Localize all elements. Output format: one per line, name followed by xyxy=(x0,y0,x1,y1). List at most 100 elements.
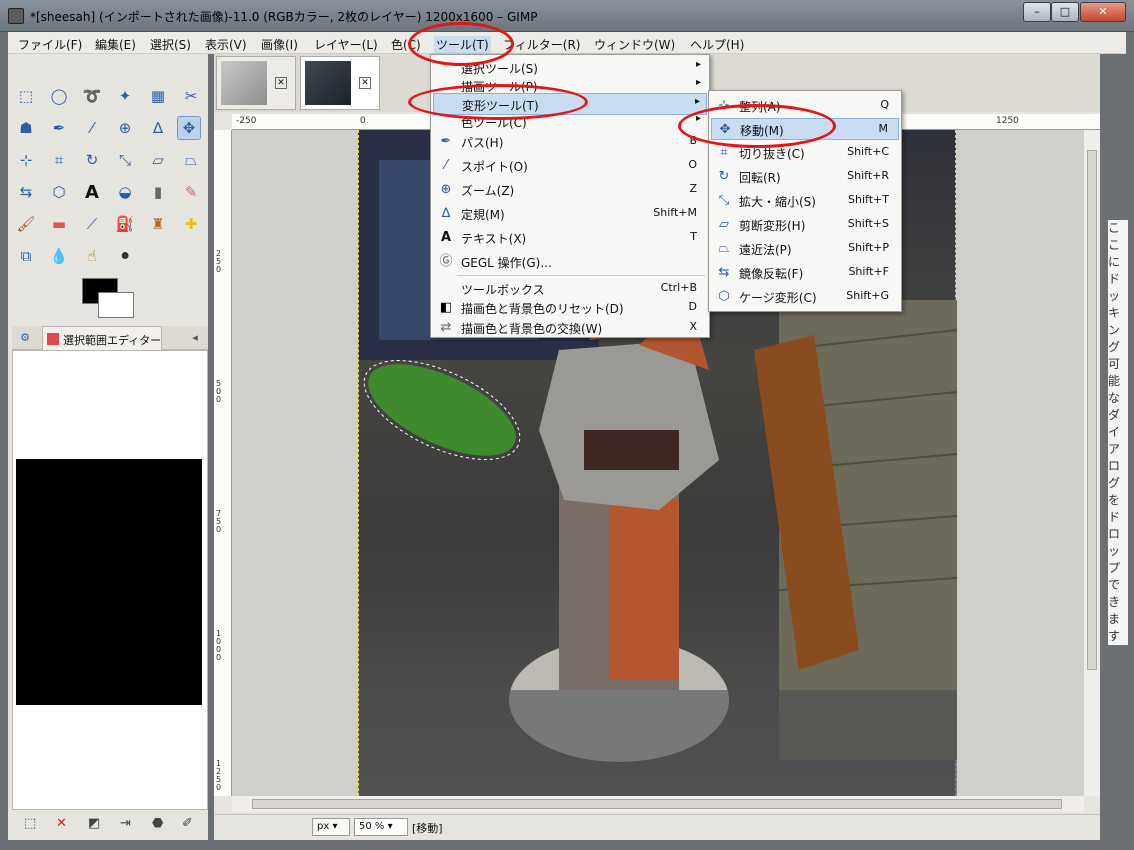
tab-selection-editor[interactable]: 選択範囲エディター xyxy=(42,326,162,350)
menu-windows[interactable]: ウィンドウ(W) xyxy=(594,36,675,53)
measure-icon: ∆ xyxy=(441,206,451,221)
lasso-icon[interactable]: ➰ xyxy=(80,84,104,108)
horizontal-scrollbar-thumb[interactable] xyxy=(252,799,1062,809)
blend-icon[interactable]: ▮ xyxy=(146,180,170,204)
tool-options-tab-icon[interactable]: ⚙ xyxy=(14,326,36,348)
color-picker-icon[interactable]: ⁄ xyxy=(80,116,104,140)
zoom-select[interactable]: 50 % ▾ xyxy=(354,818,408,836)
menu-item-label: パス(H) xyxy=(461,136,504,150)
unit-select[interactable]: px ▾ xyxy=(312,818,350,836)
airbrush-icon[interactable]: ⟋ xyxy=(80,212,104,236)
menu-item-shortcut: Z xyxy=(689,182,697,195)
image-tab-1[interactable]: ✕ xyxy=(216,56,296,110)
align-icon[interactable]: ⊹ xyxy=(14,148,38,172)
menu-item-paths[interactable]: ✒ パス(H) B xyxy=(433,131,707,153)
menu-item-zoom[interactable]: ⊕ ズーム(Z) Z xyxy=(433,179,707,201)
menu-item-perspective[interactable]: ⏢ 遠近法(P) Shift+P xyxy=(711,238,899,260)
menu-item-rotate[interactable]: ↻ 回転(R) Shift+R xyxy=(711,166,899,188)
menu-layer[interactable]: レイヤー(L) xyxy=(314,36,378,53)
cage-icon[interactable]: ⬡ xyxy=(47,180,71,204)
text-icon[interactable]: A xyxy=(80,180,104,204)
shear-icon: ▱ xyxy=(719,217,729,232)
close-button[interactable]: ✕ xyxy=(1080,2,1126,22)
annotation-circle-transform xyxy=(408,84,588,120)
ruler-label: 0 xyxy=(360,116,366,126)
menu-item-flip[interactable]: ⇆ 鏡像反転(F) Shift+F xyxy=(711,262,899,284)
invert-selection-icon[interactable]: ◩ xyxy=(88,816,100,831)
paths-icon[interactable]: ✒ xyxy=(47,116,71,140)
menu-item-label: スポイト(O) xyxy=(461,160,528,174)
menu-help[interactable]: ヘルプ(H) xyxy=(690,36,744,53)
blur-icon[interactable]: 💧 xyxy=(47,244,71,268)
close-icon[interactable]: ✕ xyxy=(275,77,287,89)
pencil-icon[interactable]: ✎ xyxy=(179,180,203,204)
menu-edit[interactable]: 編集(E) xyxy=(95,36,136,53)
menu-image[interactable]: 画像(I) xyxy=(261,36,298,53)
dock-menu-icon[interactable]: ◂ xyxy=(184,326,206,348)
maximize-button[interactable]: □ xyxy=(1051,2,1079,22)
tab-selection-editor-label: 選択範囲エディター xyxy=(63,334,162,347)
smudge-icon[interactable]: ☝ xyxy=(80,244,104,268)
menu-item-shortcut: Shift+M xyxy=(653,206,697,219)
menu-item-shear[interactable]: ▱ 剪断変形(H) Shift+S xyxy=(711,214,899,236)
status-message: [移動] xyxy=(412,822,443,835)
crop-icon[interactable]: ⌗ xyxy=(47,148,71,172)
vertical-scrollbar[interactable] xyxy=(1084,130,1100,796)
to-path-icon[interactable]: ⬣ xyxy=(152,816,163,831)
menu-item-gegl[interactable]: Ⓖ GEGL 操作(G)... xyxy=(433,251,707,273)
scale-icon[interactable]: ⤡ xyxy=(113,148,137,172)
menu-item-color-picker[interactable]: ⁄ スポイト(O) O xyxy=(433,155,707,177)
bucket-fill-icon[interactable]: ◒ xyxy=(113,180,137,204)
select-all-icon[interactable]: ⬚ xyxy=(24,816,36,831)
zoom-icon[interactable]: ⊕ xyxy=(113,116,137,140)
background-color[interactable] xyxy=(98,292,134,318)
ink-icon[interactable]: ⛽ xyxy=(113,212,137,236)
perspective-icon[interactable]: ⏢ xyxy=(179,148,203,172)
menu-item-swap-colors[interactable]: ⇄ 描画色と背景色の交換(W) X xyxy=(433,317,707,339)
fuzzy-select-icon[interactable]: ✦ xyxy=(113,84,137,108)
foreground-select-icon[interactable]: ☗ xyxy=(14,116,38,140)
menu-item-label: テキスト(X) xyxy=(461,232,527,246)
measure-icon[interactable]: ∆ xyxy=(146,116,170,140)
save-to-channel-icon[interactable]: ⇥ xyxy=(120,816,131,831)
annotation-circle-move xyxy=(678,104,836,148)
menu-select[interactable]: 選択(S) xyxy=(150,36,191,53)
rect-select-icon[interactable]: ⬚ xyxy=(14,84,38,108)
scissors-icon[interactable]: ✂ xyxy=(179,84,203,108)
zoom-select-value: 50 % xyxy=(359,821,385,832)
menu-filters[interactable]: フィルター(R) xyxy=(503,36,580,53)
minimize-button[interactable]: – xyxy=(1023,2,1051,22)
horizontal-scrollbar[interactable] xyxy=(232,796,1084,812)
ruler-label: 1250 xyxy=(216,759,222,792)
ruler-label: 1000 xyxy=(216,629,222,662)
shear-icon[interactable]: ▱ xyxy=(146,148,170,172)
menu-item-measure[interactable]: ∆ 定規(M) Shift+M xyxy=(433,203,707,225)
rotate-icon: ↻ xyxy=(718,169,730,184)
ellipse-select-icon[interactable]: ◯ xyxy=(47,84,71,108)
dodge-burn-icon[interactable]: ⚫ xyxy=(113,244,137,268)
ruler-vertical: 250 500 750 1000 1250 xyxy=(214,130,232,796)
cage-icon: ⬡ xyxy=(718,289,730,304)
color-select-icon[interactable]: ▦ xyxy=(146,84,170,108)
paintbrush-icon[interactable]: 🖌 xyxy=(14,212,38,236)
vertical-scrollbar-thumb[interactable] xyxy=(1087,150,1097,670)
clone-icon[interactable]: ♜ xyxy=(146,212,170,236)
stroke-selection-icon[interactable]: ✐ xyxy=(182,816,193,831)
eraser-icon[interactable]: ▬ xyxy=(47,212,71,236)
heal-icon[interactable]: ✚ xyxy=(179,212,203,236)
menu-item-reset-colors[interactable]: ◧ 描画色と背景色のリセット(D) D xyxy=(433,297,707,319)
close-icon[interactable]: ✕ xyxy=(359,77,371,89)
move-icon[interactable]: ✥ xyxy=(177,116,201,140)
menu-item-text[interactable]: A テキスト(X) T xyxy=(433,227,707,249)
gimp-app-icon xyxy=(8,8,24,24)
flip-icon: ⇆ xyxy=(718,265,730,280)
perspective-clone-icon[interactable]: ⧉ xyxy=(14,244,38,268)
menu-view[interactable]: 表示(V) xyxy=(205,36,247,53)
image-tab-2[interactable]: ✕ xyxy=(300,56,380,110)
select-none-icon[interactable]: ✕ xyxy=(56,816,67,831)
rotate-icon[interactable]: ↻ xyxy=(80,148,104,172)
flip-icon[interactable]: ⇆ xyxy=(14,180,38,204)
menu-file[interactable]: ファイル(F) xyxy=(18,36,82,53)
menu-item-cage[interactable]: ⬡ ケージ変形(C) Shift+G xyxy=(711,286,899,308)
menu-item-scale[interactable]: ⤡ 拡大・縮小(S) Shift+T xyxy=(711,190,899,212)
